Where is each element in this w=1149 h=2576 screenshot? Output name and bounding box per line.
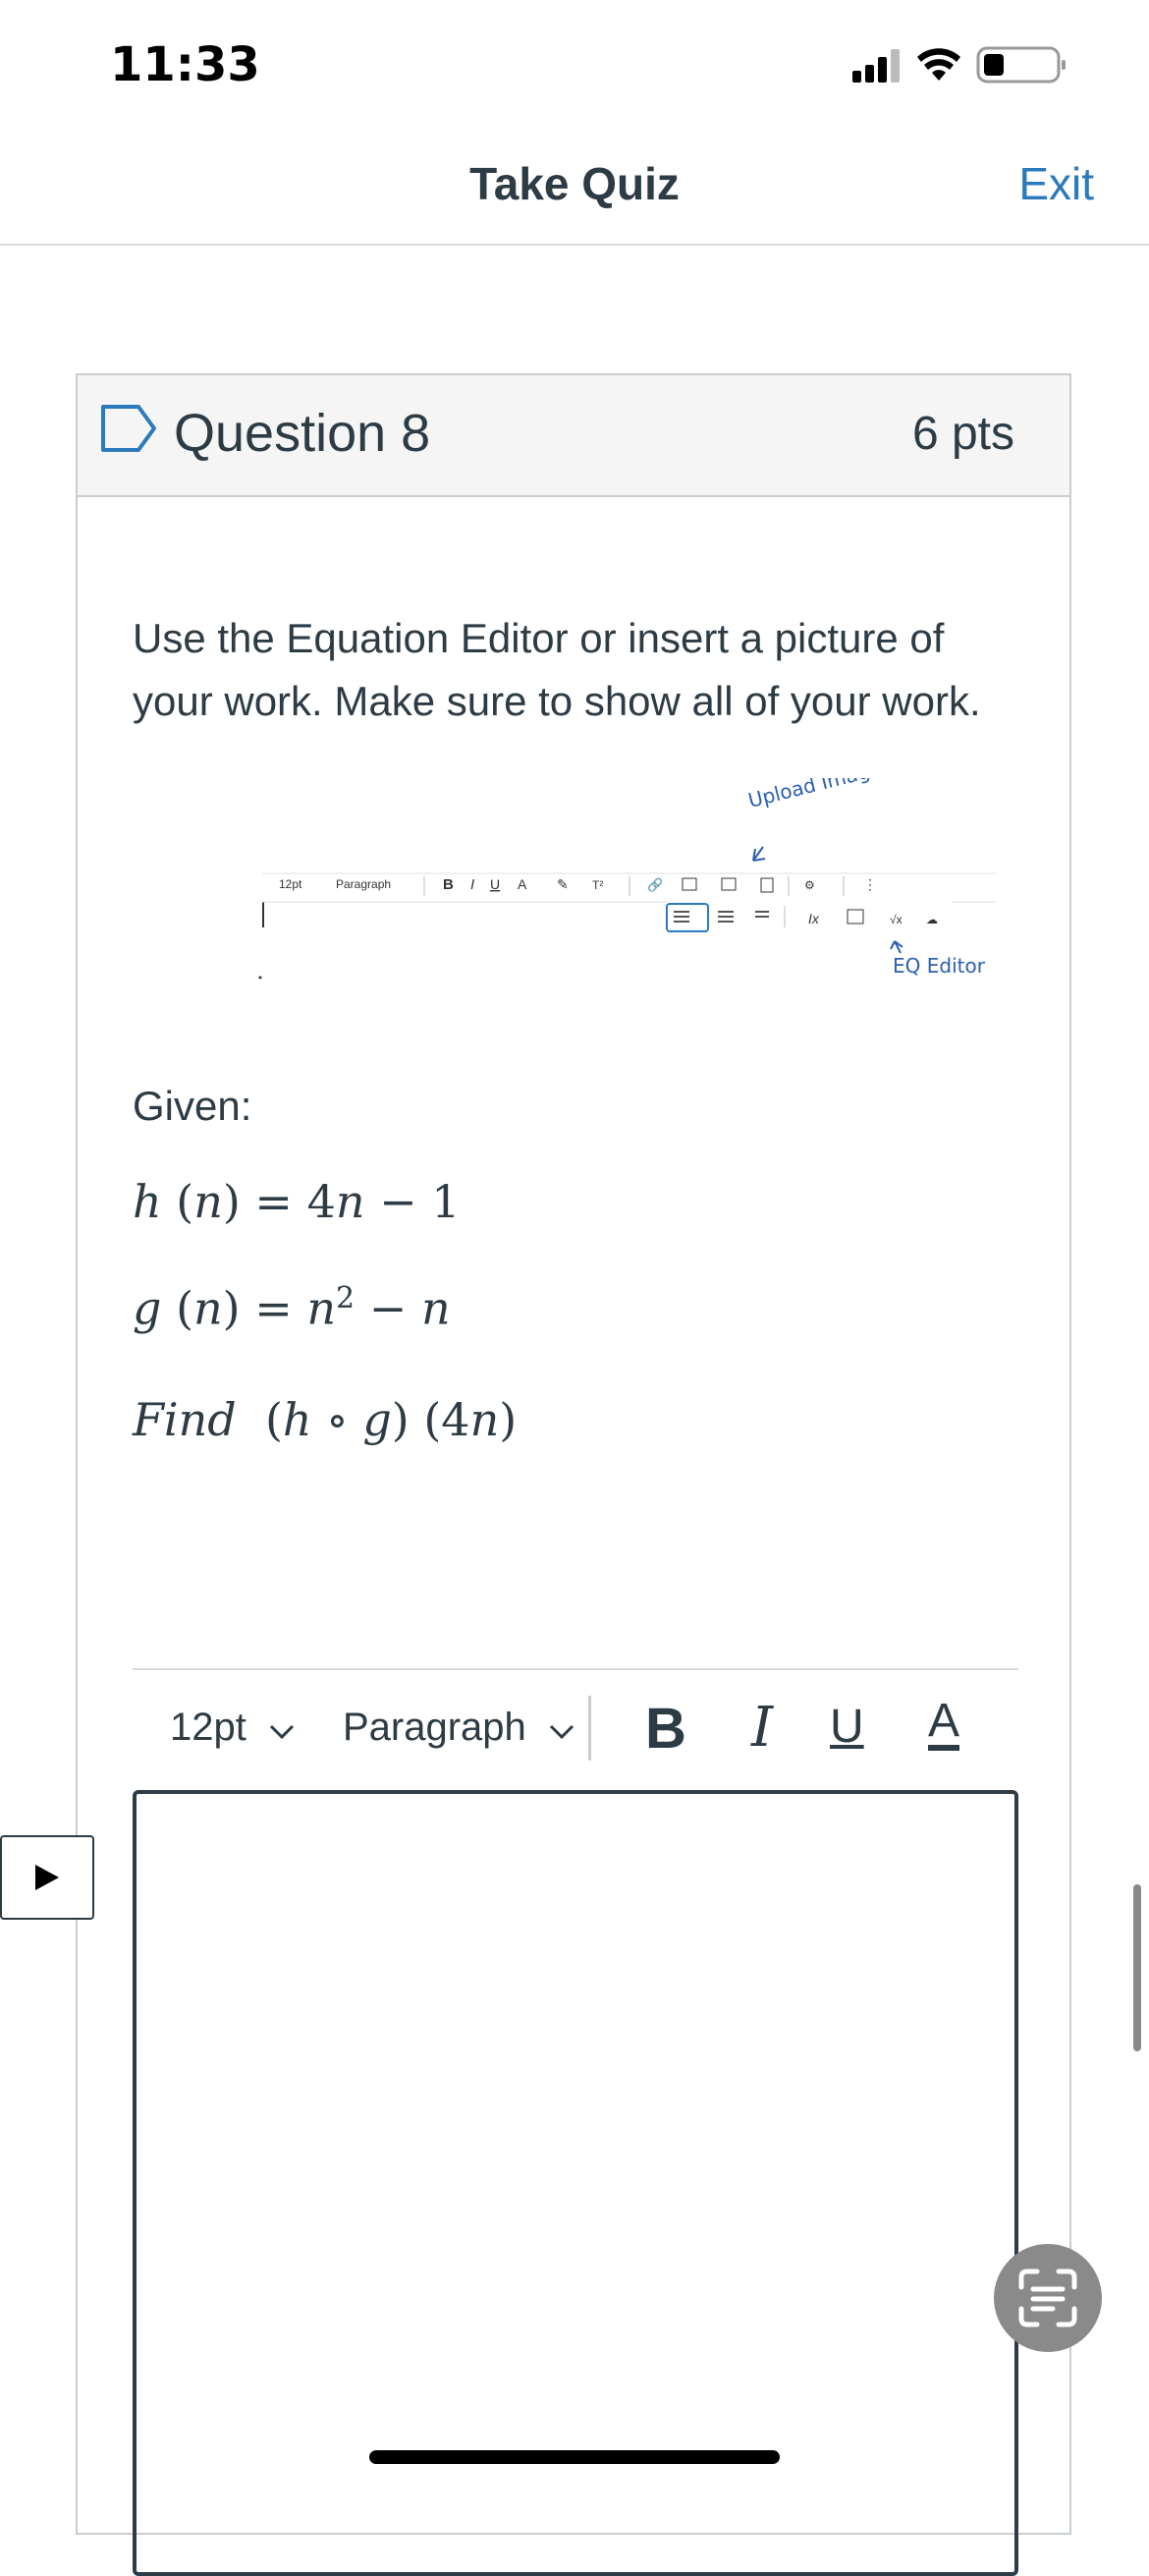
bold-button[interactable]: B: [645, 1696, 686, 1762]
toolbar-screenshot-image: Upload Image 12pt Paragraph B I U A ✎ T²…: [258, 778, 996, 980]
scan-text-button[interactable]: [994, 2244, 1102, 2352]
chevron-down-icon: [549, 1724, 574, 1740]
svg-text:🔗: 🔗: [647, 876, 663, 893]
signal-icon: [852, 49, 900, 83]
given-label: Given:: [133, 1083, 252, 1129]
question-instructions: Use the Equation Editor or insert a pict…: [133, 615, 981, 724]
svg-text:A: A: [518, 876, 527, 892]
img-block-format: Paragraph: [336, 877, 391, 891]
svg-text:√x: √x: [890, 913, 903, 926]
status-time: 11:33: [110, 37, 260, 92]
side-play-button[interactable]: [0, 1835, 94, 1920]
status-bar: 11:33: [0, 0, 1149, 128]
underline-button[interactable]: U: [830, 1700, 864, 1754]
question-card: Question 8 6 pts Use the Equation Editor…: [76, 373, 1071, 2576]
svg-text:Ix: Ix: [808, 911, 820, 926]
question-header: Question 8 6 pts: [78, 375, 1069, 497]
svg-text:☁: ☁: [926, 913, 938, 926]
question-title: Question 8: [174, 404, 431, 463]
page-title: Take Quiz: [469, 158, 680, 209]
svg-text:T²: T²: [592, 878, 603, 892]
wifi-icon: [917, 48, 960, 81]
flag-icon[interactable]: [99, 403, 158, 454]
editor-toolbar: 12pt Paragraph B I U A: [133, 1682, 1018, 1776]
equation-find: Find (h ∘ g) (4n): [133, 1393, 518, 1446]
eq-editor-annotation: EQ Editor: [890, 940, 986, 978]
svg-text:EQ Editor: EQ Editor: [893, 954, 986, 978]
italic-button[interactable]: I: [751, 1696, 773, 1760]
play-icon: [35, 1865, 59, 1890]
svg-text:⚙: ⚙: [804, 878, 815, 892]
toolbar-separator: [588, 1696, 591, 1761]
editor-divider: [133, 1668, 1018, 1670]
scrollbar[interactable]: [1133, 1884, 1141, 2051]
battery-icon: [976, 46, 1066, 84]
block-format-label: Paragraph: [343, 1706, 526, 1749]
svg-text:Upload Image: Upload Image: [745, 778, 884, 812]
svg-text:✎: ✎: [557, 876, 569, 892]
equation-g: g (n) = n2 − n: [133, 1281, 451, 1335]
status-icons: [852, 46, 1066, 84]
quiz-header: Take Quiz Exit: [0, 128, 1149, 246]
font-size-dropdown[interactable]: 12pt: [170, 1706, 295, 1750]
img-font-size: 12pt: [279, 877, 302, 891]
text-color-button[interactable]: A: [928, 1698, 960, 1751]
question-points: 6 pts: [911, 408, 1014, 460]
home-indicator[interactable]: [369, 2450, 780, 2464]
svg-text:U: U: [490, 876, 500, 892]
svg-text:B: B: [443, 876, 454, 893]
scan-text-icon: [1018, 2268, 1077, 2327]
chevron-down-icon: [269, 1724, 295, 1740]
upload-image-annotation: Upload Image: [745, 778, 884, 862]
block-format-dropdown[interactable]: Paragraph: [343, 1706, 574, 1750]
svg-text:⋮: ⋮: [863, 876, 877, 892]
font-size-label: 12pt: [170, 1706, 246, 1749]
exit-button[interactable]: Exit: [1018, 157, 1094, 210]
svg-text:I: I: [470, 876, 474, 893]
equation-h: h (n) = 4n − 1: [133, 1175, 461, 1228]
